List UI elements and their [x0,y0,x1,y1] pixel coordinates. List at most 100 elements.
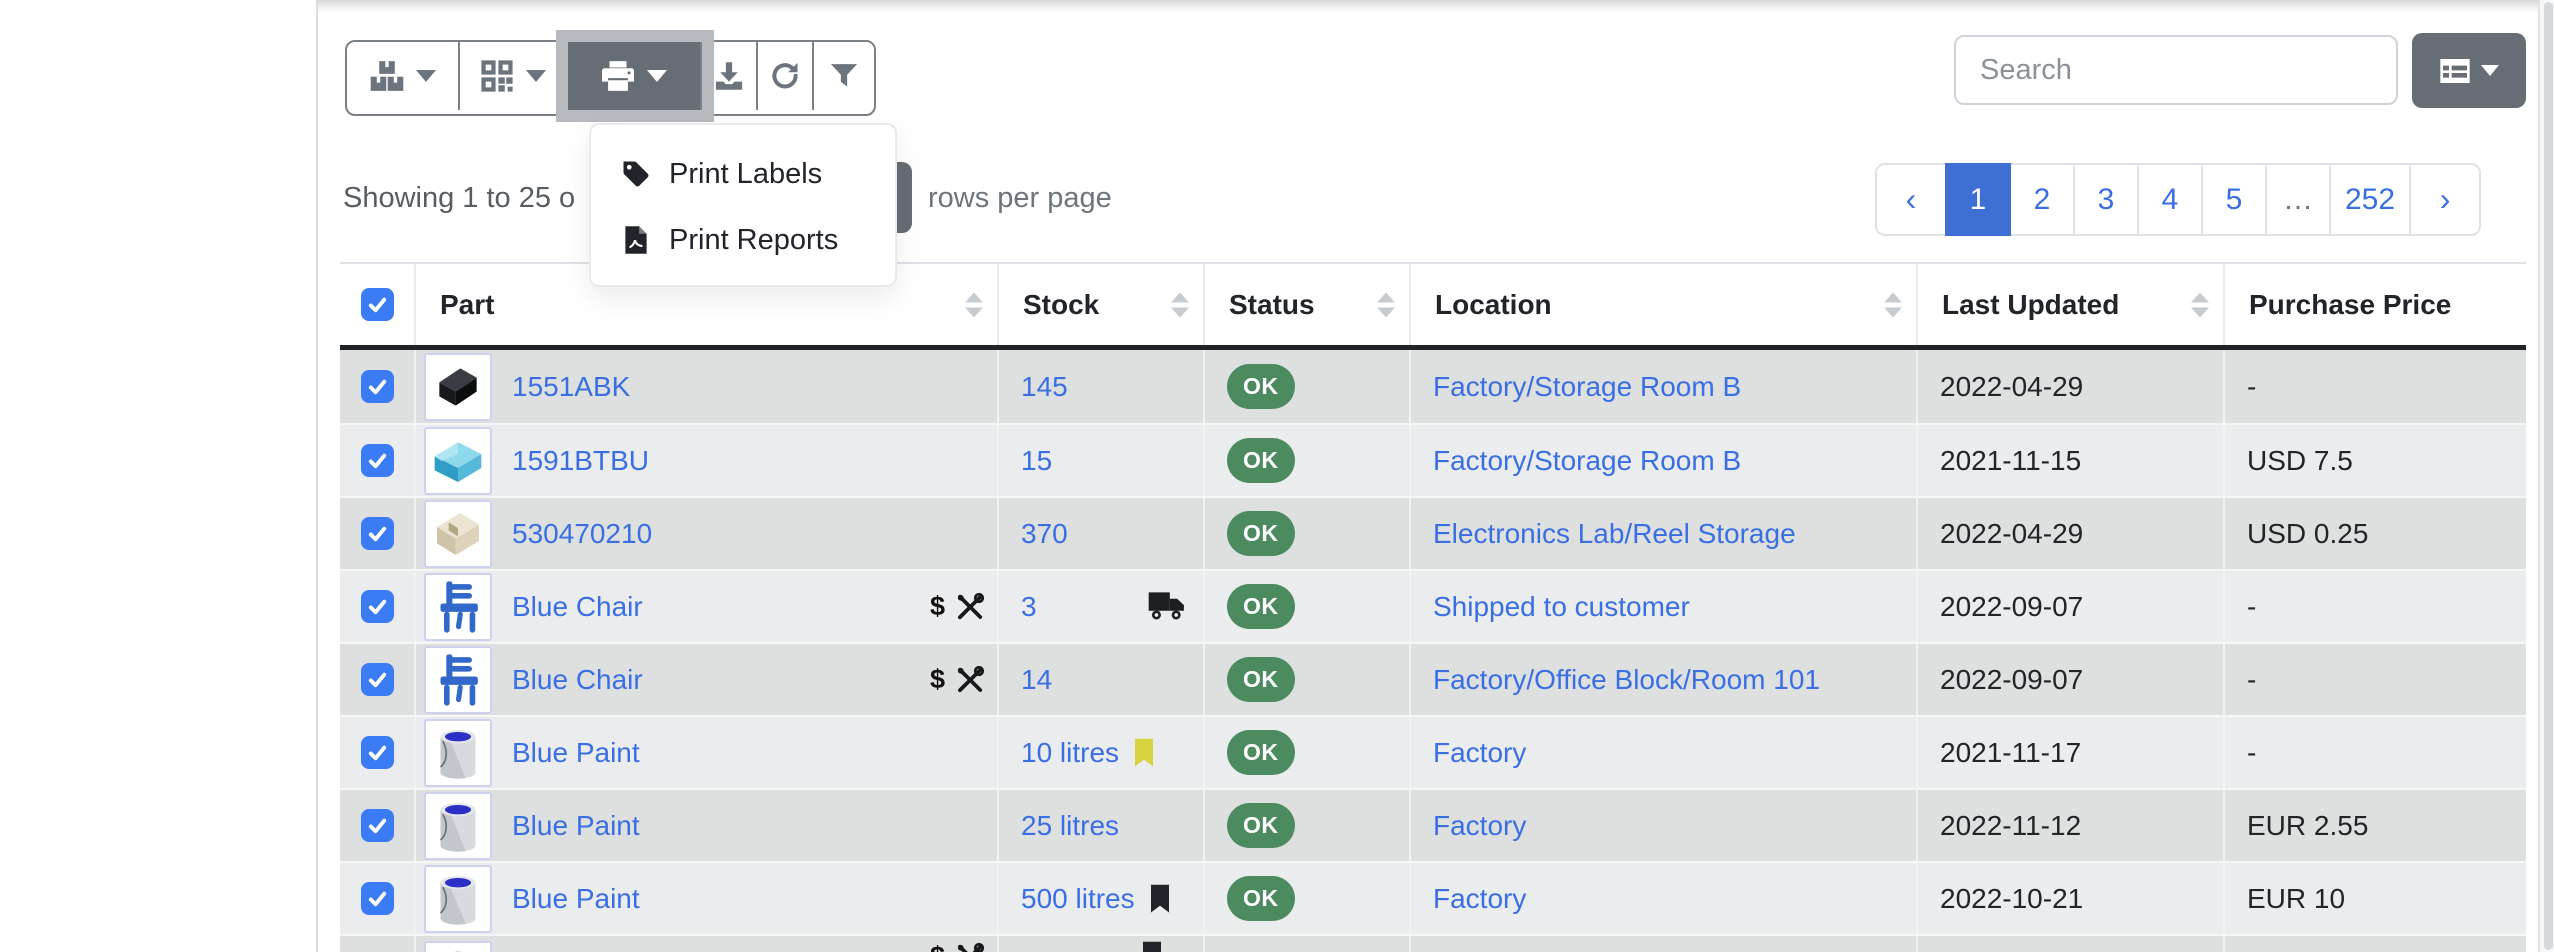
location-link[interactable]: Factory [1433,737,1526,769]
part-flags: $ [930,941,985,952]
sort-arrows-icon [1377,292,1395,317]
location-link[interactable]: Factory/Office Block/Room 101 [1433,664,1820,696]
barcode-options-button[interactable] [460,42,568,110]
part-link[interactable]: Blue Paint [512,810,640,842]
search-input[interactable] [1954,35,2398,105]
part-link[interactable]: Blue Chair [512,664,643,696]
location-link[interactable]: Electronics Lab/Reel Storage [1433,518,1796,550]
table-toolbar [345,40,876,116]
column-header-label: Location [1435,289,1552,321]
part-link[interactable]: Blue Chair [512,591,643,623]
row-checkbox[interactable] [361,809,394,842]
column-header-purchase-price[interactable]: Purchase Price [2223,264,2526,345]
row-checkbox[interactable] [361,736,394,769]
vertical-scrollbar[interactable] [2538,0,2554,952]
refresh-button[interactable] [758,42,814,110]
page-5-button[interactable]: 5 [2201,163,2267,236]
last-updated-cell: 2022-10-21 [1916,863,2223,934]
part-thumbnail[interactable] [424,500,492,568]
part-thumbnail[interactable] [424,427,492,495]
column-header-status[interactable]: Status [1203,264,1409,345]
row-checkbox[interactable] [361,370,394,403]
part-link[interactable]: 1591BTBU [512,445,649,477]
column-header-last-updated[interactable]: Last Updated [1916,264,2223,345]
next-page-button[interactable]: › [2409,163,2481,236]
row-checkbox[interactable] [361,663,394,696]
table-row[interactable]: Blue Paint500 litresOKFactory2022-10-21E… [340,861,2526,934]
part-link[interactable]: Blue Paint [512,737,640,769]
previous-page-button[interactable]: ‹ [1875,163,1947,236]
part-thumbnail[interactable] [424,646,492,714]
part-thumbnail[interactable] [424,573,492,641]
part-thumbnail[interactable] [424,792,492,860]
tag-icon [621,159,651,189]
row-checkbox[interactable] [361,517,394,550]
part-thumbnail[interactable] [424,941,492,952]
stock-link[interactable]: 10 litres [1021,737,1119,769]
caret-down-icon [526,70,546,82]
page-1-button[interactable]: 1 [1945,163,2011,236]
scrollbar-thumb[interactable] [2544,2,2553,950]
part-cell: $ [414,936,997,952]
stock-link[interactable]: 14 [1021,664,1052,696]
table-row[interactable]: $ [340,934,2526,952]
stock-link[interactable]: 500 litres [1021,883,1135,915]
stock-link[interactable]: 145 [1021,371,1068,403]
row-checkbox[interactable] [361,882,394,915]
sort-arrows-icon [2191,292,2209,317]
print-labels-menu-item[interactable]: Print Labels [591,141,895,207]
table-row[interactable]: Blue Paint10 litresOKFactory2021-11-17- [340,715,2526,788]
row-select-cell [340,644,414,715]
last-updated-cell: 2022-09-07 [1916,644,2223,715]
last-updated-value: 2021-11-17 [1940,737,2081,769]
part-link[interactable]: Blue Paint [512,883,640,915]
table-row[interactable]: 1591BTBU15OKFactory/Storage Room B2021-1… [340,423,2526,496]
table-row[interactable]: Blue Paint25 litresOKFactory2022-11-12EU… [340,788,2526,861]
status-cell [1203,936,1409,952]
table-row[interactable]: 1551ABK145OKFactory/Storage Room B2022-0… [340,350,2526,423]
part-cell: Blue Chair$ [414,571,997,642]
location-link[interactable]: Factory/Storage Room B [1433,445,1741,477]
purchase-price-value: - [2247,737,2256,769]
filter-button[interactable] [814,42,874,110]
part-thumbnail[interactable] [424,719,492,787]
row-checkbox[interactable] [361,444,394,477]
stock-options-button[interactable] [347,42,460,110]
page-4-button[interactable]: 4 [2137,163,2203,236]
stock-link[interactable]: 3 [1021,591,1037,623]
part-link[interactable]: 1551ABK [512,371,630,403]
table-row[interactable]: Blue Chair$14OKFactory/Office Block/Room… [340,642,2526,715]
status-badge: OK [1227,438,1295,483]
page-252-button[interactable]: 252 [2329,163,2411,236]
location-link[interactable]: Shipped to customer [1433,591,1690,623]
row-checkbox[interactable] [361,590,394,623]
panel-top-shadow [317,0,2554,12]
purchase-price-cell: EUR 2.55 [2223,790,2526,861]
location-link[interactable]: Factory [1433,883,1526,915]
table-row[interactable]: 530470210370OKElectronics Lab/Reel Stora… [340,496,2526,569]
page-2-button[interactable]: 2 [2009,163,2075,236]
part-thumbnail[interactable] [424,353,492,421]
part-thumbnail[interactable] [424,865,492,933]
row-select-cell [340,498,414,569]
last-updated-cell: 2021-11-17 [1916,717,2223,788]
stock-cell: 145 [997,350,1203,423]
column-header-stock[interactable]: Stock [997,264,1203,345]
printing-options-button[interactable] [568,42,702,110]
bookmark-icon [1141,941,1163,952]
stock-link[interactable]: 25 litres [1021,810,1119,842]
column-select-button[interactable] [2412,33,2526,108]
stock-link[interactable]: 15 [1021,445,1052,477]
stock-link[interactable]: 370 [1021,518,1068,550]
location-link[interactable]: Factory/Storage Room B [1433,371,1741,403]
page-3-button[interactable]: 3 [2073,163,2139,236]
select-all-checkbox[interactable] [361,288,394,321]
location-link[interactable]: Factory [1433,810,1526,842]
location-cell: Factory [1409,790,1916,861]
download-data-button[interactable] [702,42,758,110]
column-header-location[interactable]: Location [1409,264,1916,345]
part-cell: 1551ABK [414,350,997,423]
part-link[interactable]: 530470210 [512,518,652,550]
table-row[interactable]: Blue Chair$3OKShipped to customer2022-09… [340,569,2526,642]
print-reports-menu-item[interactable]: Print Reports [591,207,895,273]
